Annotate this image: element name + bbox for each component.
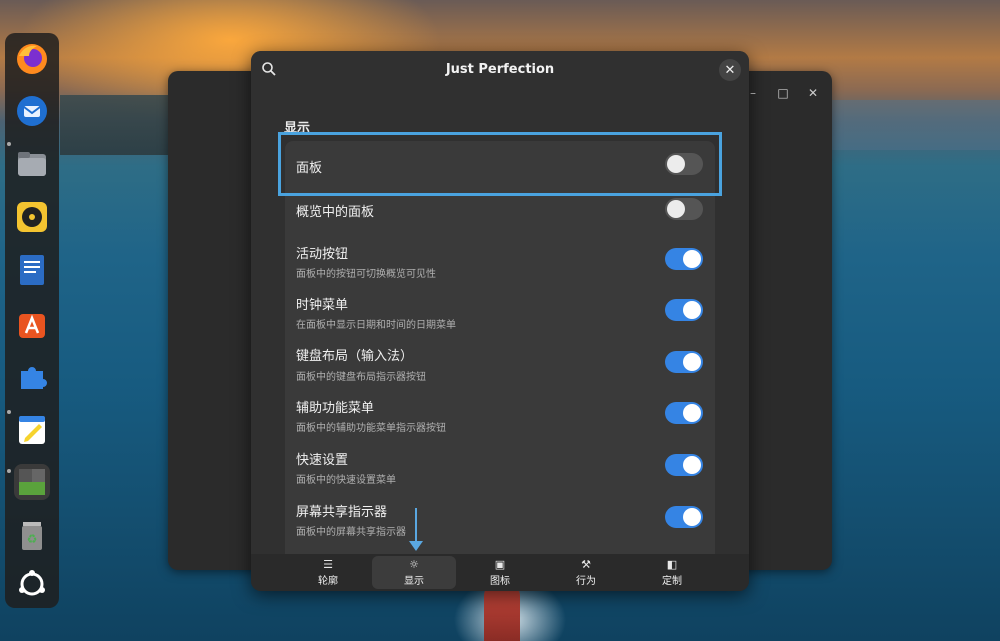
setting-title: 辅助功能菜单	[296, 401, 375, 416]
tab-label: 轮廓	[318, 575, 338, 587]
screen-sharing-indicator-toggle[interactable]	[665, 506, 703, 528]
maximize-icon[interactable]: □	[774, 84, 792, 102]
files-icon[interactable]	[14, 146, 50, 182]
thunderbird-icon[interactable]	[14, 93, 50, 129]
tab-label: 图标	[490, 575, 510, 587]
toggle-knob	[683, 404, 701, 422]
close-icon[interactable]: ✕	[804, 84, 822, 102]
setting-title: 键盘布局（输入法）	[296, 349, 414, 364]
setting-title: 概览中的面板	[296, 205, 375, 220]
setting-row-panel[interactable]: 面板	[285, 141, 715, 189]
accessibility-menu-toggle[interactable]	[665, 402, 703, 424]
quick-settings-toggle[interactable]	[665, 454, 703, 476]
trash-icon[interactable]: ♻	[14, 517, 50, 553]
setting-subtitle: 面板中的辅助功能菜单指示器按钮	[296, 423, 446, 434]
panel-toggle[interactable]	[665, 153, 703, 175]
setting-subtitle: 面板中的键盘布局指示器按钮	[296, 372, 426, 383]
text-editor-icon[interactable]	[14, 411, 50, 447]
wallpaper-distant-land	[820, 100, 1000, 150]
window-title: Just Perfection	[445, 62, 555, 77]
svg-text:♻: ♻	[27, 532, 38, 546]
setting-subtitle: 在面板中显示日期和时间的日期菜单	[296, 320, 456, 331]
setting-row-activities-button[interactable]: 活动按钮 面板中的按钮可切换概览可见性	[285, 234, 715, 286]
tab-profile[interactable]: ☰ 轮廓	[286, 556, 370, 589]
customize-icon: ◧	[666, 557, 678, 571]
app-center-icon[interactable]	[14, 305, 50, 341]
setting-row-keyboard-layout[interactable]: 键盘布局（输入法） 面板中的键盘布局指示器按钮	[285, 336, 715, 389]
header-bar: Just Perfection ✕	[251, 51, 749, 89]
running-indicator	[7, 410, 11, 414]
keyboard-layout-toggle[interactable]	[665, 351, 703, 373]
sun-icon: ☼	[409, 557, 419, 571]
extension-manager-icon[interactable]	[14, 464, 50, 500]
bottom-tab-bar: ☰ 轮廓 ☼ 显示 ▣ 图标 ⚒ 行为 ◧ 定制	[251, 554, 749, 591]
setting-row-screen-sharing-indicator[interactable]: 屏幕共享指示器 面板中的屏幕共享指示器	[285, 491, 715, 544]
toggle-knob	[667, 200, 685, 218]
setting-row-clock-menu[interactable]: 时钟菜单 在面板中显示日期和时间的日期菜单	[285, 285, 715, 337]
firefox-icon[interactable]	[14, 41, 50, 77]
toggle-knob	[683, 353, 701, 371]
setting-title: 快速设置	[296, 453, 349, 468]
annotation-arrow-head	[409, 541, 423, 551]
extensions-icon[interactable]	[14, 358, 50, 394]
tab-label: 定制	[662, 575, 682, 587]
tab-behavior[interactable]: ⚒ 行为	[544, 556, 628, 589]
setting-row-panel-in-overview[interactable]: 概览中的面板	[285, 188, 715, 235]
tab-visibility[interactable]: ☼ 显示	[372, 556, 456, 589]
setting-subtitle: 面板中的快速设置菜单	[296, 475, 396, 486]
setting-subtitle: 面板中的屏幕共享指示器	[296, 527, 406, 538]
toggle-knob	[683, 250, 701, 268]
toggle-knob	[667, 155, 685, 173]
panel-in-overview-toggle[interactable]	[665, 198, 703, 220]
setting-row-accessibility-menu[interactable]: 辅助功能菜单 面板中的辅助功能菜单指示器按钮	[285, 388, 715, 440]
activities-button-toggle[interactable]	[665, 248, 703, 270]
show-apps-icon[interactable]	[14, 566, 50, 602]
setting-row-quick-settings[interactable]: 快速设置 面板中的快速设置菜单	[285, 439, 715, 492]
close-icon: ✕	[724, 62, 736, 78]
close-button[interactable]: ✕	[719, 59, 741, 81]
setting-title: 活动按钮	[296, 247, 349, 262]
just-perfection-window: Just Perfection ✕ 显示 面板 概览中的面板 活动按钮 面板中的…	[251, 51, 749, 591]
tab-label: 显示	[404, 575, 424, 587]
dock: ♻	[5, 33, 59, 608]
setting-title: 屏幕共享指示器	[296, 505, 388, 520]
list-icon: ☰	[323, 557, 333, 571]
image-icon: ▣	[494, 557, 506, 571]
tab-icons[interactable]: ▣ 图标	[458, 556, 542, 589]
tab-label: 行为	[576, 575, 596, 587]
setting-subtitle: 面板中的按钮可切换概览可见性	[296, 269, 436, 280]
toggle-knob	[683, 456, 701, 474]
toggle-knob	[683, 508, 701, 526]
running-indicator	[7, 469, 11, 473]
writer-icon[interactable]	[14, 252, 50, 288]
setting-title: 面板	[296, 161, 323, 176]
clock-menu-toggle[interactable]	[665, 299, 703, 321]
running-indicator	[7, 142, 11, 146]
rhythmbox-icon[interactable]	[14, 199, 50, 235]
toggle-knob	[683, 301, 701, 319]
tab-customize[interactable]: ◧ 定制	[630, 556, 714, 589]
section-title: 显示	[284, 121, 311, 136]
setting-title: 时钟菜单	[296, 298, 349, 313]
wrench-icon: ⚒	[581, 557, 591, 571]
